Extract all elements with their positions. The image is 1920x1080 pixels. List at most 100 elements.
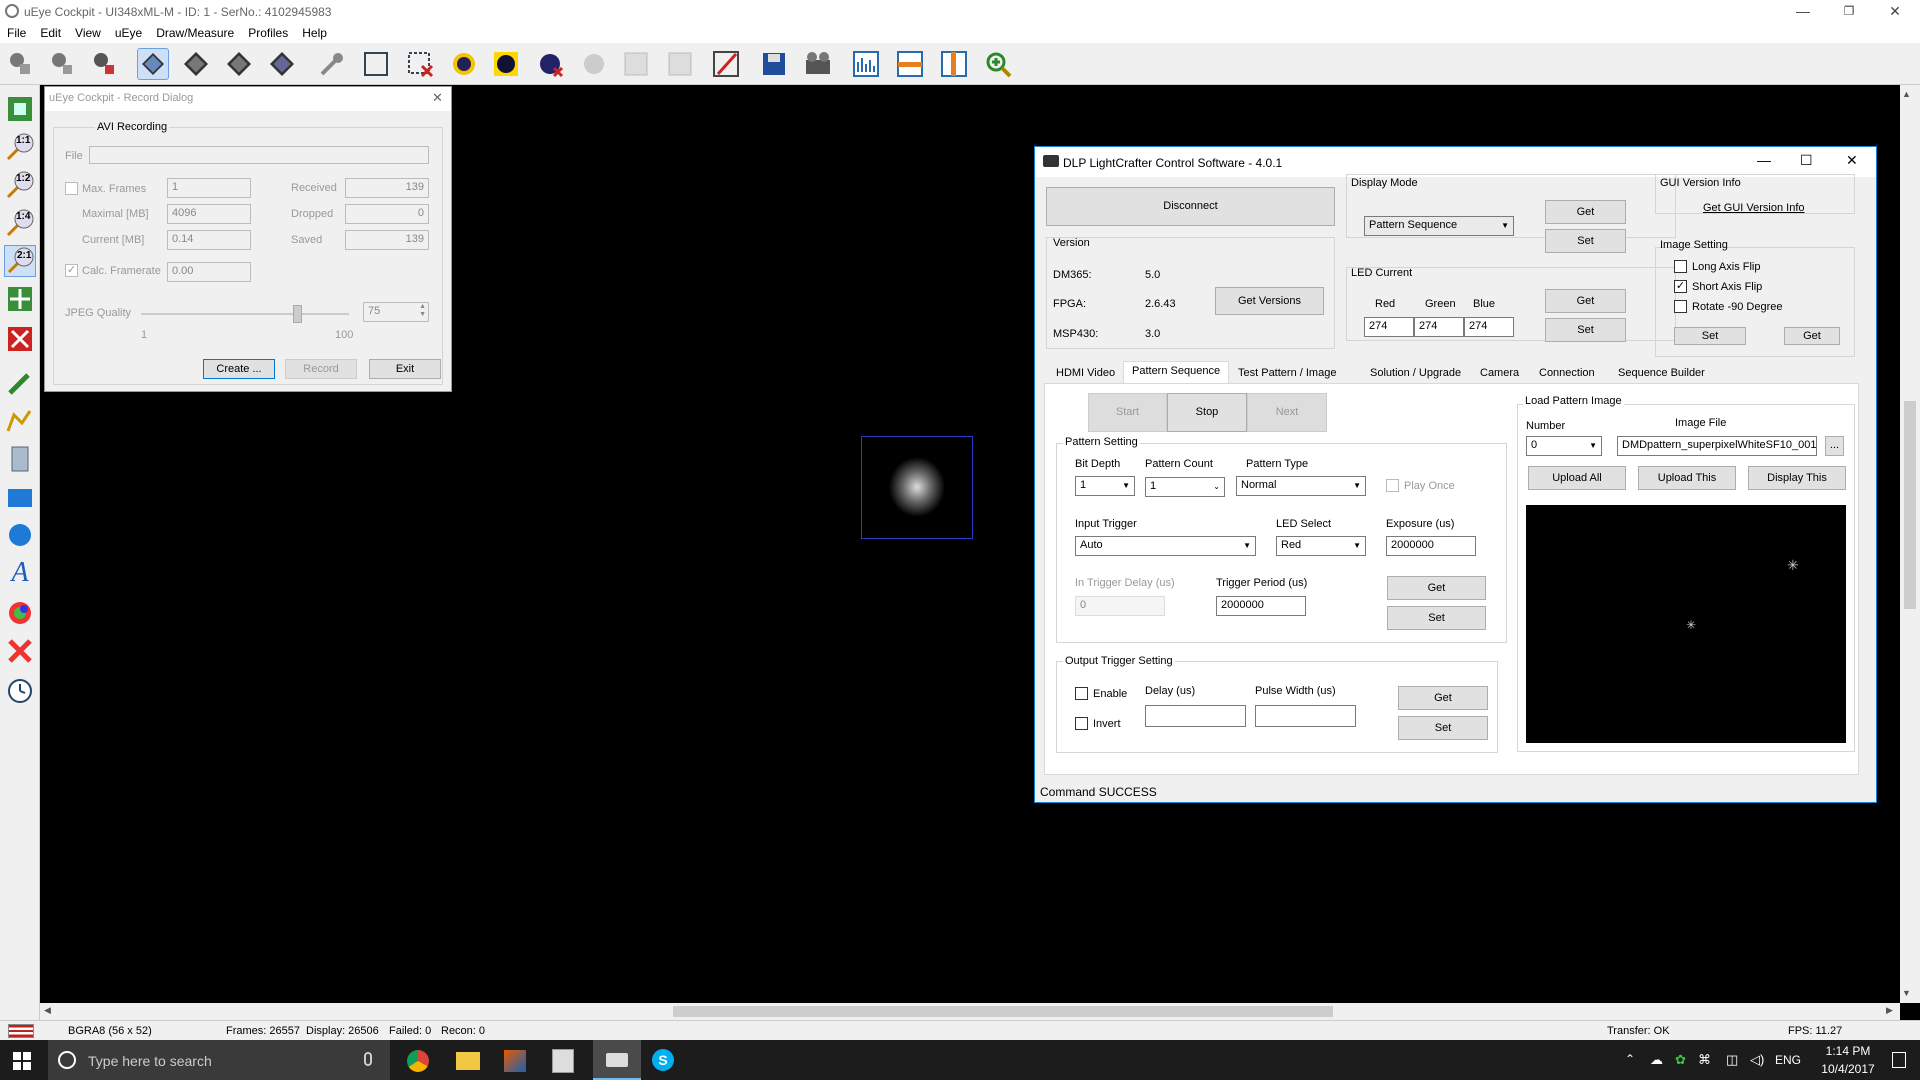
display-mode-select[interactable]: Pattern Sequence ▼ <box>1364 216 1514 236</box>
disconnect-button[interactable]: Disconnect <box>1046 187 1335 226</box>
zoom-in-icon[interactable] <box>982 48 1014 80</box>
zoom-1-4-icon[interactable]: 1:4 <box>4 207 36 239</box>
pattern-type-select[interactable]: Normal ▼ <box>1236 476 1366 496</box>
record-dialog-close-icon[interactable]: ✕ <box>432 90 443 106</box>
long-axis-flip-checkbox[interactable] <box>1674 260 1687 273</box>
white-balance-icon[interactable] <box>448 48 480 80</box>
jpeg-quality-slider-thumb[interactable] <box>293 305 302 323</box>
live-capture-icon[interactable] <box>137 48 169 80</box>
enable-checkbox[interactable] <box>1075 687 1088 700</box>
horizontal-scroll-thumb[interactable] <box>673 1006 1333 1017</box>
blue-current-input[interactable]: 274 <box>1464 317 1514 337</box>
pattern-count-select[interactable]: 1 ⌄ <box>1145 477 1225 497</box>
menu-edit[interactable]: Edit <box>33 24 68 40</box>
taskbar-search-box[interactable]: Type here to search <box>48 1040 390 1080</box>
short-axis-flip-checkbox[interactable]: ✓ <box>1674 280 1687 293</box>
upload-all-button[interactable]: Upload All <box>1528 466 1626 490</box>
menu-draw-measure[interactable]: Draw/Measure <box>149 24 241 40</box>
save-icon[interactable] <box>758 48 790 80</box>
led-current-get-button[interactable]: Get <box>1545 289 1626 313</box>
menu-help[interactable]: Help <box>295 24 334 40</box>
display-this-button[interactable]: Display This <box>1748 466 1846 490</box>
zoom-1-1-icon[interactable]: 1:1 <box>4 131 36 163</box>
maximize-button[interactable]: ❐ <box>1826 0 1872 24</box>
app-tray-icon[interactable]: ✿ <box>1675 1052 1686 1068</box>
delay-input[interactable] <box>1145 705 1246 727</box>
matlab-icon[interactable] <box>504 1050 526 1072</box>
horizontal-scrollbar[interactable]: ◀ ▶ <box>40 1003 1900 1020</box>
notification-icon[interactable] <box>1892 1052 1906 1068</box>
menu-profiles[interactable]: Profiles <box>241 24 295 40</box>
pattern-setting-get-button[interactable]: Get <box>1387 576 1486 600</box>
in-trigger-delay-input[interactable]: 0 <box>1075 596 1165 616</box>
tab-hdmi-video[interactable]: HDMI Video <box>1047 363 1124 383</box>
pencil-icon[interactable] <box>4 367 36 399</box>
display-mode-set-button[interactable]: Set <box>1545 229 1626 253</box>
scroll-up-icon[interactable]: ▲ <box>1902 89 1911 99</box>
pattern-setting-set-button[interactable]: Set <box>1387 606 1486 630</box>
stop-capture-icon[interactable] <box>266 48 298 80</box>
minimize-button[interactable]: — <box>1780 0 1826 24</box>
line-view-icon[interactable] <box>894 48 926 80</box>
open-camera-icon[interactable] <box>5 48 37 80</box>
image-setting-get-button[interactable]: Get <box>1784 327 1840 345</box>
hotpixel-icon[interactable] <box>578 48 610 80</box>
grid-delete-icon[interactable] <box>664 48 696 80</box>
histogram-icon[interactable] <box>850 48 882 80</box>
create-button[interactable]: Create ... <box>203 359 275 379</box>
upload-this-button[interactable]: Upload This <box>1638 466 1736 490</box>
zoom-2-1-icon[interactable]: 2:1 <box>4 245 36 277</box>
dlp-maximize-icon[interactable]: ☐ <box>1800 152 1813 169</box>
overlay-icon[interactable] <box>4 283 36 315</box>
close-button[interactable]: ✕ <box>1872 0 1918 24</box>
chevron-up-icon[interactable]: ⌃ <box>1625 1052 1635 1066</box>
snapshot-icon[interactable] <box>180 48 212 80</box>
clock-date[interactable]: 10/4/2017 <box>1818 1062 1878 1076</box>
tab-camera[interactable]: Camera <box>1471 363 1528 383</box>
video-record-icon[interactable] <box>802 48 834 80</box>
start-button[interactable]: Start <box>1088 393 1167 432</box>
pulse-width-input[interactable] <box>1255 705 1356 727</box>
menu-file[interactable]: File <box>0 24 33 40</box>
close-camera-icon[interactable] <box>89 48 121 80</box>
red-current-input[interactable]: 274 <box>1364 317 1414 337</box>
scroll-left-icon[interactable]: ◀ <box>44 1005 51 1016</box>
play-once-checkbox[interactable] <box>1386 479 1399 492</box>
zoom-1-2-icon[interactable]: 1:2 <box>4 169 36 201</box>
get-versions-button[interactable]: Get Versions <box>1215 287 1324 315</box>
tab-pattern-sequence[interactable]: Pattern Sequence <box>1123 361 1230 383</box>
clock-time[interactable]: 1:14 PM <box>1818 1044 1878 1058</box>
rotate-checkbox[interactable] <box>1674 300 1687 313</box>
circle-icon[interactable] <box>4 519 36 551</box>
get-gui-version-link[interactable]: Get GUI Version Info <box>1703 202 1805 214</box>
ruler-icon[interactable] <box>4 443 36 475</box>
menu-ueye[interactable]: uEye <box>108 24 149 40</box>
stop-button[interactable]: Stop <box>1167 393 1247 432</box>
menu-view[interactable]: View <box>68 24 108 40</box>
tab-connection[interactable]: Connection <box>1530 363 1604 383</box>
sequence-icon[interactable] <box>223 48 255 80</box>
aoi-icon[interactable] <box>360 48 392 80</box>
vertical-scroll-thumb[interactable] <box>1904 401 1916 609</box>
usb-icon[interactable]: ⌘ <box>1698 1052 1711 1068</box>
browse-button[interactable]: ... <box>1825 436 1844 456</box>
exit-button[interactable]: Exit <box>369 359 441 379</box>
next-button[interactable]: Next <box>1247 393 1327 432</box>
output-trigger-set-button[interactable]: Set <box>1398 716 1488 740</box>
image-file-input[interactable]: DMDpattern_superpixelWhiteSF10_001 <box>1617 436 1817 456</box>
invert-checkbox[interactable] <box>1075 717 1088 730</box>
bit-depth-select[interactable]: 1 ▼ <box>1075 476 1135 496</box>
vertical-scrollbar[interactable]: ▲ ▼ <box>1900 85 1920 1003</box>
scroll-down-icon[interactable]: ▼ <box>1902 988 1911 998</box>
scroll-right-icon[interactable]: ▶ <box>1886 1005 1893 1016</box>
cloud-icon[interactable]: ☁ <box>1650 1052 1663 1068</box>
record-button[interactable]: Record <box>285 359 357 379</box>
image-setting-set-button[interactable]: Set <box>1674 327 1746 345</box>
ueye-cockpit-taskbar-icon[interactable] <box>552 1049 574 1073</box>
text-tool-icon[interactable]: A <box>4 557 36 589</box>
network-icon[interactable]: ◫ <box>1726 1052 1738 1068</box>
column-view-icon[interactable] <box>938 48 970 80</box>
language-indicator[interactable]: ENG <box>1775 1053 1801 1067</box>
rectangle-icon[interactable] <box>4 481 36 513</box>
number-select[interactable]: 0 ▼ <box>1526 436 1602 456</box>
